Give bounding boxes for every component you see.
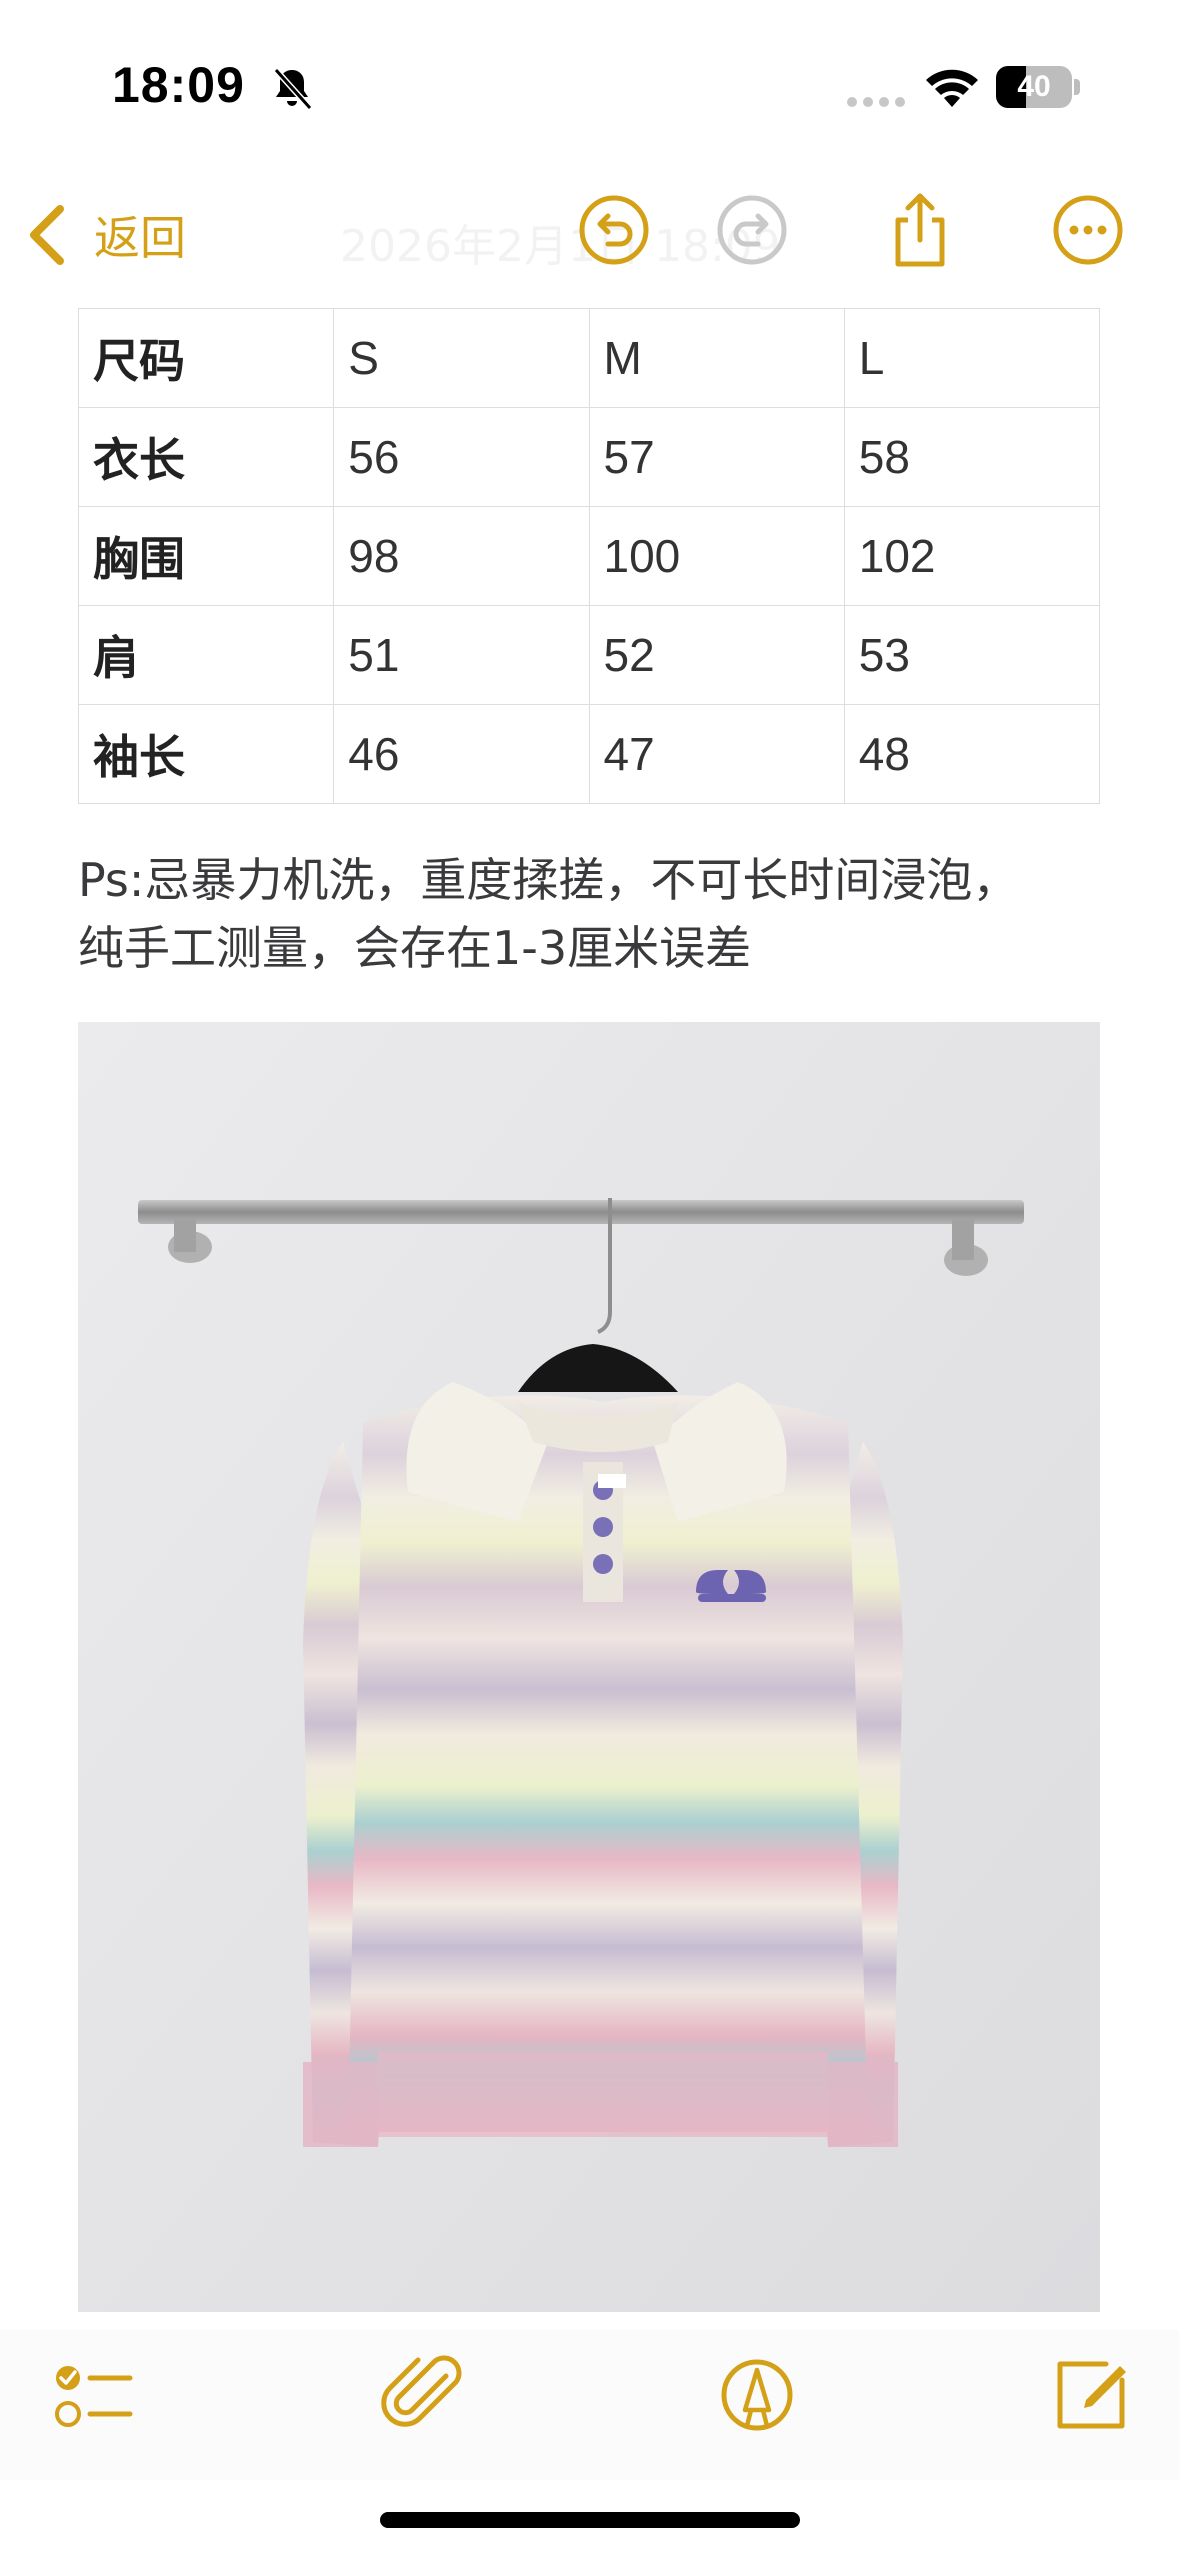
chevron-left-icon [30, 205, 64, 265]
paperclip-icon[interactable] [380, 2350, 470, 2440]
table-cell: 袖长 [77, 704, 335, 804]
table-cell: 51 [333, 605, 590, 705]
table-cell: 98 [333, 506, 590, 606]
table-cell: 100 [588, 506, 845, 606]
battery-icon: 40 [996, 66, 1080, 108]
more-icon[interactable] [1048, 190, 1128, 270]
home-indicator[interactable] [380, 2512, 800, 2528]
table-cell: 48 [843, 704, 1101, 804]
status-bar: 18:09 40 [0, 0, 1179, 170]
wifi-icon [926, 69, 978, 107]
redo-icon[interactable] [712, 190, 792, 270]
back-label: 返回 [94, 211, 186, 265]
bottom-toolbar [0, 2330, 1179, 2480]
table-cell: M [588, 308, 845, 408]
checklist-icon[interactable] [46, 2350, 136, 2440]
table-cell: 53 [843, 605, 1101, 705]
table-header-row: 尺码 S M L [77, 308, 1101, 408]
undo-icon[interactable] [574, 190, 654, 270]
cellular-signal-icon [847, 97, 905, 107]
status-time: 18:09 [112, 57, 245, 113]
table-cell: 胸围 [77, 506, 335, 606]
compose-icon[interactable] [1046, 2350, 1136, 2440]
note-body-text[interactable]: Ps:忌暴力机洗，重度揉搓，不可长时间浸泡， 纯手工测量，会存在1-3厘米误差 [78, 846, 1118, 982]
battery-level: 40 [1017, 70, 1051, 103]
table-cell: 尺码 [77, 308, 335, 408]
back-button[interactable]: 返回 [24, 192, 186, 278]
table-cell: 46 [333, 704, 590, 804]
table-row: 肩 51 52 53 [77, 605, 1101, 705]
table-cell: L [843, 308, 1101, 408]
table-cell: 57 [588, 407, 845, 507]
table-cell: 58 [843, 407, 1101, 507]
table-row: 胸围 98 100 102 [77, 506, 1101, 606]
size-table: 尺码 S M L 衣长 56 57 58 胸围 98 100 102 肩 51 … [77, 308, 1101, 804]
table-cell: 肩 [77, 605, 335, 705]
table-row: 袖长 46 47 48 [77, 704, 1101, 804]
table-cell: 衣长 [77, 407, 335, 507]
bell-slash-icon [273, 67, 313, 111]
nav-bar: 返回 2026年2月1日 18:09 [0, 170, 1179, 300]
table-cell: 52 [588, 605, 845, 705]
table-cell: 56 [333, 407, 590, 507]
markup-pen-icon[interactable] [712, 2350, 802, 2440]
note-line: 纯手工测量，会存在1-3厘米误差 [78, 921, 752, 975]
table-row: 衣长 56 57 58 [77, 407, 1101, 507]
sweater-photo[interactable] [78, 1022, 1100, 2312]
table-cell: 102 [843, 506, 1101, 606]
share-icon[interactable] [880, 190, 960, 270]
table-cell: 47 [588, 704, 845, 804]
table-cell: S [333, 308, 590, 408]
note-line: Ps:忌暴力机洗，重度揉搓，不可长时间浸泡， [78, 853, 1019, 907]
